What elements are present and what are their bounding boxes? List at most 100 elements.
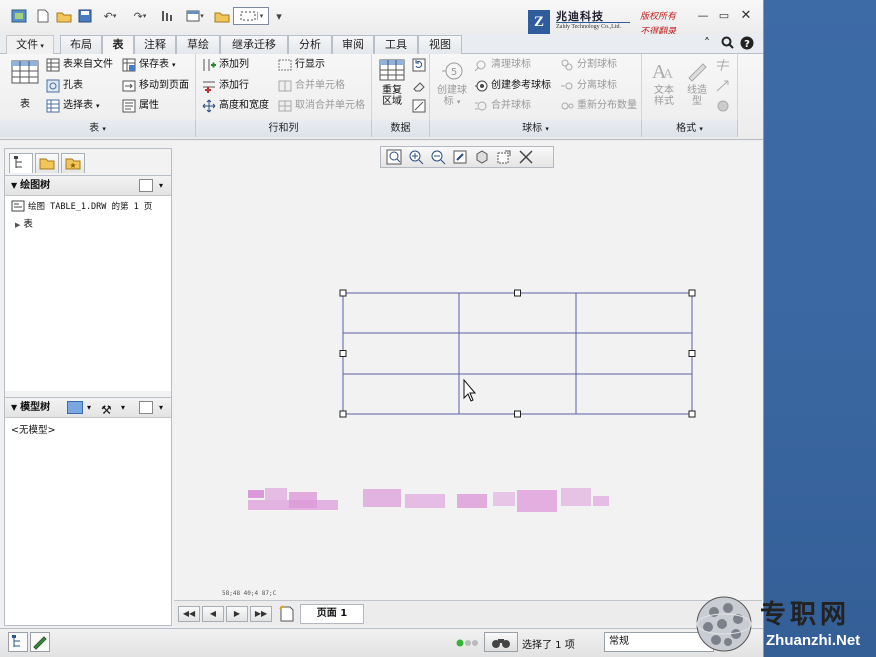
select-table-button[interactable]: 选择表 ▾ [46, 97, 100, 115]
split-balloon-button[interactable]: 分割球标 [560, 56, 617, 74]
new-file-icon[interactable] [34, 7, 52, 25]
find-binoculars-icon[interactable] [484, 632, 518, 652]
height-width-button[interactable]: 高度和宽度 [202, 97, 269, 115]
windows-icon[interactable]: ▾ [180, 7, 210, 25]
tab-tools[interactable]: 工具 [374, 35, 418, 54]
first-page-button[interactable]: ◀◀ [178, 606, 200, 622]
add-column-button[interactable]: 添加列 [202, 56, 249, 74]
group-label-format[interactable]: 格式 ▾ [642, 120, 738, 137]
table-button[interactable]: 表 [10, 58, 40, 110]
selection-handle[interactable] [514, 410, 521, 418]
properties-button[interactable]: 属性 [122, 97, 159, 115]
repeat-region-button[interactable]: 重复 区域 [376, 58, 408, 107]
eraser-button[interactable] [412, 77, 426, 95]
save-table-button[interactable]: 保存表 ▾ [122, 56, 176, 74]
search-icon[interactable] [720, 36, 734, 50]
collapse-ribbon-icon[interactable]: ˄ [700, 36, 714, 50]
table-from-file-button[interactable]: 表来自文件 [46, 56, 113, 74]
maximize-button[interactable]: ▭ [715, 8, 733, 24]
minimize-button[interactable]: — [694, 8, 712, 24]
merge-cells-button[interactable]: 合并单元格 [278, 77, 345, 95]
tab-table[interactable]: 表 [102, 35, 134, 55]
separate-balloon-button[interactable]: 分离球标 [560, 77, 617, 95]
redistribute-qty-button[interactable]: 重新分布数量 [560, 97, 637, 115]
selection-handle[interactable] [688, 410, 696, 418]
regenerate-icon[interactable] [158, 7, 176, 25]
next-page-button[interactable]: ▶ [226, 606, 248, 622]
model-settings-dropdown[interactable]: ▾ [159, 398, 163, 418]
create-balloon-button[interactable]: 5 创建球 标 ▾ [434, 60, 470, 108]
model-settings-icon[interactable] [139, 401, 153, 414]
tab-sketch[interactable]: 草绘 [176, 35, 220, 54]
selection-handle[interactable] [688, 350, 696, 357]
tools-icon[interactable]: ⚒ [101, 400, 112, 420]
group-label-balloons[interactable]: 球标 ▾ [430, 120, 642, 137]
selection-handle[interactable] [339, 289, 347, 297]
hole-table-button[interactable]: 孔表 [46, 77, 83, 95]
model-display-dropdown[interactable]: ▾ [87, 398, 91, 418]
tab-folder-browser[interactable] [35, 153, 59, 173]
selection-handle[interactable] [688, 289, 696, 297]
selection-handle[interactable] [514, 289, 521, 297]
selection-handles[interactable] [339, 289, 696, 418]
collapse-arrow-icon[interactable]: ▼ [11, 181, 17, 190]
last-page-button[interactable]: ▶▶ [250, 606, 272, 622]
table-drawing[interactable] [174, 142, 762, 600]
undo-icon[interactable]: ↶ ▾ [97, 7, 123, 25]
hatch-button[interactable] [716, 56, 730, 74]
tree-settings-dropdown[interactable]: ▾ [159, 176, 163, 196]
customize-toolbar-icon[interactable]: ▾ [272, 7, 286, 25]
selection-handle[interactable] [339, 350, 347, 357]
select-box-dropdown[interactable]: ▾ [233, 7, 269, 25]
tab-analysis[interactable]: 分析 [288, 35, 332, 54]
switch-symbol-button[interactable] [412, 97, 426, 115]
watermark-globe-icon [696, 596, 752, 652]
unmerge-cells-button[interactable]: 取消合并单元格 [278, 97, 365, 115]
row-display-button[interactable]: 行显示 [278, 56, 325, 74]
redo-icon[interactable]: ↷ ▾ [127, 7, 153, 25]
tab-favorites[interactable]: ★ [61, 153, 85, 173]
new-page-icon[interactable] [278, 605, 296, 623]
move-to-page-button[interactable]: 移动到页面 [122, 77, 189, 95]
browser-toggle-icon[interactable] [30, 632, 50, 652]
merge-balloons-button[interactable]: 合并球标 [474, 97, 531, 115]
save-icon[interactable] [76, 7, 94, 25]
tools-dropdown[interactable]: ▾ [121, 398, 125, 418]
brand-logo-mark: Z [528, 10, 550, 34]
collapse-arrow-icon[interactable]: ▼ [11, 403, 17, 412]
line-style-button[interactable]: 线造 型 [682, 58, 712, 107]
model-display-icon[interactable] [67, 401, 83, 414]
file-menu[interactable]: 文件 ▾ [6, 35, 54, 54]
selection-handle[interactable] [339, 410, 347, 418]
navigator-toggle-icon[interactable] [8, 632, 28, 652]
arrow-style-button[interactable] [716, 77, 730, 95]
tab-layout[interactable]: 布局 [60, 35, 102, 54]
clean-balloons-button[interactable]: 清理球标 [474, 56, 531, 74]
help-icon[interactable]: ? [740, 36, 754, 50]
open-folder-icon[interactable] [55, 7, 73, 25]
tab-review[interactable]: 审阅 [332, 35, 374, 54]
merge-balloons-icon [475, 101, 487, 111]
symbol-button[interactable] [716, 97, 730, 115]
close-window-icon[interactable] [213, 7, 231, 25]
tab-tree[interactable] [9, 153, 33, 173]
split-balloon-label: 分割球标 [577, 59, 617, 70]
add-row-button[interactable]: 添加行 [202, 77, 249, 95]
text-style-button[interactable]: AA 文本 样式 [646, 58, 682, 107]
update-tables-button[interactable] [412, 56, 426, 74]
tab-view[interactable]: 视图 [418, 35, 462, 54]
tab-annotate[interactable]: 注释 [134, 35, 176, 54]
tab-legacy-migration[interactable]: 继承迁移 [220, 35, 288, 54]
tree-settings-icon[interactable] [139, 179, 153, 192]
drawing-tree-root[interactable]: 绘图 TABLE_1.DRW 的第 1 页 [11, 200, 152, 212]
group-label-data[interactable]: 数据 [372, 120, 430, 137]
expand-arrow-icon[interactable]: ▶ [15, 221, 20, 229]
prev-page-button[interactable]: ◀ [202, 606, 224, 622]
group-label-rows-columns[interactable]: 行和列 [196, 120, 372, 137]
drawing-tree-table-node[interactable]: ▶ 表 [15, 216, 33, 230]
group-label-table[interactable]: 表 ▾ [0, 120, 196, 137]
create-ref-balloon-button[interactable]: 创建参考球标 [474, 77, 551, 95]
close-button[interactable]: ✕ [737, 8, 755, 24]
merge-cells-label: 合并单元格 [295, 80, 345, 91]
page-tab[interactable]: 页面 1 [300, 604, 364, 624]
